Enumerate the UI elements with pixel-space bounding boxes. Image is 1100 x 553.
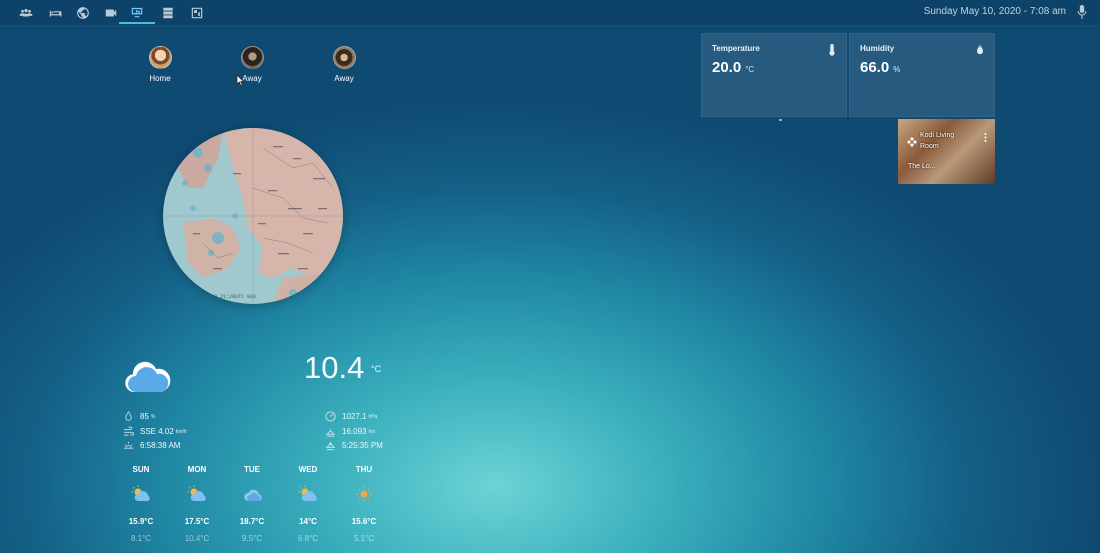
cloud-icon — [125, 361, 171, 392]
forecast-high: 14°C — [299, 517, 317, 526]
weather-wind: SSE 4.02 km/h — [123, 426, 187, 437]
thermometer-icon — [827, 43, 837, 56]
avatar — [240, 46, 264, 69]
visibility-unit: km — [368, 428, 376, 435]
person-state: Away — [334, 74, 354, 83]
more-options-icon[interactable] — [984, 129, 987, 142]
person-state: Home — [149, 74, 171, 83]
weather-radar-map[interactable]: 20 21:20UTC 003 — [163, 128, 343, 304]
weather-sunrise: 6:58:38 AM — [123, 440, 180, 451]
weather-humidity: 85% — [123, 411, 155, 422]
tab-floorplan[interactable] — [179, 2, 215, 24]
weather-sunset: 5:25:35 PM — [325, 440, 383, 451]
temperature-value: 20.0 °C — [712, 59, 754, 76]
video-camera-icon — [105, 9, 117, 17]
weather-pressure: 1027.1 hPa — [325, 411, 377, 422]
visibility-value: 16.093 — [342, 427, 367, 436]
forecast-high: 15.9°C — [128, 517, 154, 526]
media-now-playing: The Lo... — [908, 163, 936, 170]
forecast-day-name: SUN — [132, 465, 150, 474]
wind-value: SSE 4.02 — [140, 427, 174, 436]
sunset-icon — [325, 441, 336, 451]
server-icon — [163, 7, 173, 19]
wind-icon — [123, 426, 134, 436]
media-player-card[interactable]: Kodi Living Room The Lo... — [898, 119, 995, 184]
humidity-unit: % — [150, 413, 156, 420]
avatar — [148, 46, 172, 69]
mouse-pointer-icon — [236, 74, 245, 87]
wind-unit: km/h — [175, 428, 187, 435]
bed-icon — [49, 10, 62, 17]
humidity-icon — [125, 411, 132, 421]
humidity-value: 66.0% — [860, 59, 900, 76]
partly-cloudy-icon — [131, 485, 150, 501]
partly-cloudy-icon — [298, 485, 317, 501]
gauge-icon — [325, 411, 336, 422]
card-title: Temperature — [712, 44, 760, 53]
top-app-bar: Sunday May 10, 2020 - 7:08 am — [0, 0, 1100, 26]
kodi-icon — [907, 134, 917, 147]
cloudy-icon — [244, 489, 262, 501]
forecast-high: 15.6°C — [351, 517, 377, 526]
floorplan-icon — [191, 7, 203, 19]
forecast-day: TUE 18.7°C 9.5°C — [232, 465, 272, 543]
forecast-low: 8.1°C — [130, 534, 152, 543]
humidity-value: 85 — [140, 412, 149, 421]
temperature-sparkline — [779, 119, 782, 121]
forecast-low: 6.8°C — [297, 534, 319, 543]
card-title: Humidity — [860, 44, 895, 53]
forecast-low: 5.1°C — [353, 534, 375, 543]
forecast-day-name: THU — [355, 465, 373, 474]
person-1[interactable]: Home — [140, 46, 180, 83]
monitor-icon — [131, 7, 143, 18]
temperature-card[interactable]: Temperature 20.0 °C — [701, 33, 847, 121]
pressure-unit: hPa — [368, 413, 378, 420]
sunrise-time: 6:58:38 AM — [140, 441, 181, 450]
sunset-time: 5:25:35 PM — [342, 441, 383, 450]
microphone-icon — [1077, 5, 1087, 19]
media-player-name: Kodi Living Room — [920, 132, 955, 150]
forecast-high: 18.7°C — [239, 517, 265, 526]
current-temperature: 10.4 — [304, 350, 365, 385]
pressure-value: 1027.1 — [342, 412, 367, 421]
person-3[interactable]: Away — [324, 46, 364, 83]
humidity-card[interactable]: Humidity 66.0% — [849, 33, 995, 121]
weather-visibility: 16.093 km — [325, 426, 375, 437]
temperature-number: 20.0 — [712, 59, 742, 76]
forecast-day: MON 17.5°C 10.4°C — [177, 465, 217, 543]
forecast-day-name: WED — [298, 465, 318, 474]
datetime: Sunday May 10, 2020 - 7:08 am — [923, 6, 1066, 17]
people-icon — [19, 9, 33, 17]
temperature-unit: °C — [745, 65, 755, 74]
globe-icon — [77, 7, 89, 19]
forecast-day: THU 15.6°C 5.1°C — [344, 465, 384, 543]
forecast-low: 9.5°C — [241, 534, 263, 543]
forecast-day: SUN 15.9°C 8.1°C — [121, 465, 161, 543]
sunny-icon — [356, 486, 372, 502]
forecast-high: 17.5°C — [184, 517, 210, 526]
avatar — [332, 46, 356, 69]
visibility-icon — [325, 428, 336, 437]
humidity-unit: % — [893, 65, 901, 74]
humidity-number: 66.0 — [860, 59, 890, 76]
voice-command-button[interactable] — [1076, 5, 1088, 19]
forecast-low: 10.4°C — [184, 534, 210, 543]
radar-map-image — [163, 128, 343, 304]
forecast-day-name: TUE — [244, 465, 260, 474]
forecast-day: WED 14°C 6.8°C — [288, 465, 328, 543]
partly-cloudy-icon — [187, 485, 206, 501]
current-temperature-unit: °C — [371, 364, 382, 374]
forecast-day-name: MON — [187, 465, 207, 474]
water-drop-icon — [975, 43, 985, 55]
sunrise-icon — [123, 441, 134, 449]
radar-timestamp: 20 21:20UTC 003 — [211, 294, 257, 300]
